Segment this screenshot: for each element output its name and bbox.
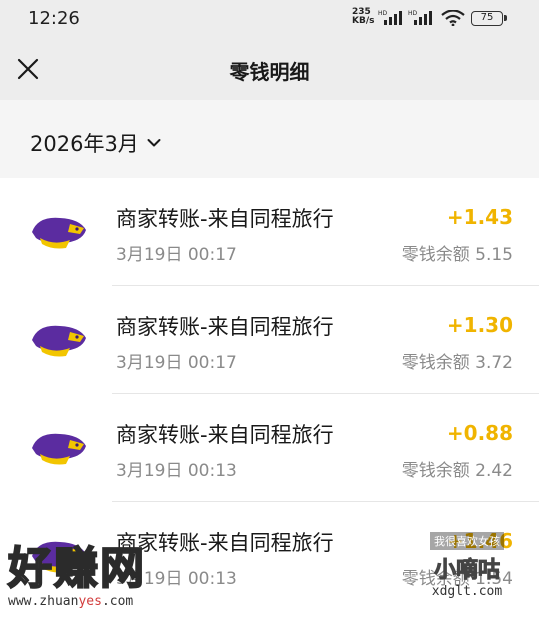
month-filter-bar: 2026年3月 bbox=[0, 100, 539, 178]
month-picker[interactable]: 2026年3月 bbox=[30, 128, 161, 158]
tongcheng-logo-icon bbox=[32, 325, 86, 357]
transaction-title: 商家转账-来自同程旅行 bbox=[116, 315, 334, 339]
battery-icon: 75 bbox=[471, 11, 507, 26]
month-label: 2026年3月 bbox=[30, 132, 139, 156]
transaction-datetime: 3月19日 00:17 bbox=[116, 353, 237, 373]
transaction-amount: +0.88 bbox=[446, 421, 513, 445]
transaction-amount: +1.43 bbox=[446, 205, 513, 229]
network-speed-unit: KB/s bbox=[352, 16, 375, 26]
transaction-title: 商家转账-来自同程旅行 bbox=[116, 207, 334, 231]
page-title: 零钱明细 bbox=[229, 60, 310, 84]
wifi-icon bbox=[441, 10, 465, 26]
transaction-datetime: 3月19日 00:17 bbox=[116, 245, 237, 265]
tongcheng-logo-icon bbox=[32, 217, 86, 249]
svg-text:HD: HD bbox=[408, 10, 418, 17]
svg-text:HD: HD bbox=[378, 10, 388, 17]
transaction-row[interactable]: 商家转账-来自同程旅行 3月19日 00:13 +1.46 零钱余额 1.54 bbox=[0, 502, 539, 610]
transaction-amount: +1.46 bbox=[446, 529, 513, 553]
tongcheng-logo-icon bbox=[32, 541, 86, 573]
network-speed: 235 KB/s bbox=[352, 8, 374, 26]
cellular-signal-icon: HD bbox=[408, 10, 432, 25]
cellular-signal-icon: HD bbox=[378, 10, 402, 25]
chevron-down-icon bbox=[147, 139, 161, 147]
transaction-list: 商家转账-来自同程旅行 3月19日 00:17 +1.43 零钱余额 5.15 … bbox=[0, 178, 539, 625]
transaction-amount: +1.30 bbox=[446, 313, 513, 337]
transaction-row[interactable]: 商家转账-来自同程旅行 3月19日 00:17 +1.30 零钱余额 3.72 bbox=[0, 286, 539, 394]
tongcheng-logo-icon bbox=[32, 433, 86, 465]
transaction-title: 商家转账-来自同程旅行 bbox=[116, 531, 334, 555]
status-bar: 12:26 235 KB/s HD HD 75 bbox=[0, 0, 539, 38]
transaction-row[interactable]: 商家转账-来自同程旅行 3月19日 00:13 +0.88 零钱余额 2.42 bbox=[0, 394, 539, 502]
nav-bar: 零钱明细 bbox=[0, 38, 539, 100]
transaction-datetime: 3月19日 00:13 bbox=[116, 461, 237, 481]
transaction-balance: 零钱余额 3.72 bbox=[401, 353, 513, 373]
transaction-title: 商家转账-来自同程旅行 bbox=[116, 423, 334, 447]
transaction-balance: 零钱余额 2.42 bbox=[401, 461, 513, 481]
transaction-balance: 零钱余额 5.15 bbox=[401, 245, 513, 265]
transaction-balance: 零钱余额 1.54 bbox=[401, 569, 513, 589]
transaction-row[interactable]: 商家转账-来自同程旅行 3月19日 00:17 +1.43 零钱余额 5.15 bbox=[0, 178, 539, 286]
status-time: 12:26 bbox=[28, 8, 80, 29]
transaction-datetime: 3月19日 00:13 bbox=[116, 569, 237, 589]
